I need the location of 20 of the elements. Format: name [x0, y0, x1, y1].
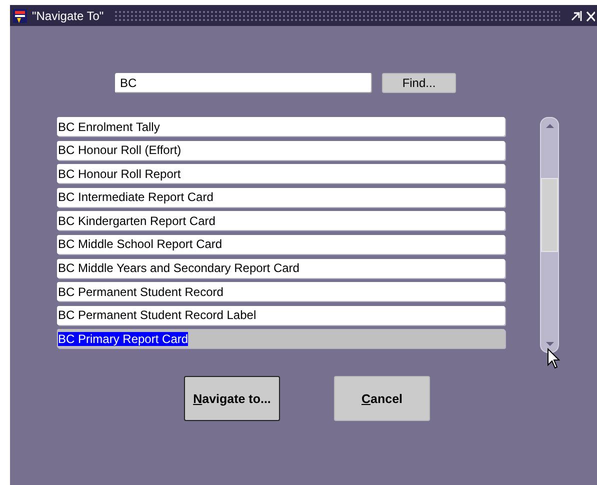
list-item[interactable]: BC Honour Roll (Effort): [57, 140, 505, 160]
close-icon[interactable]: [586, 10, 595, 22]
list-item[interactable]: BC Middle School Report Card: [57, 234, 505, 254]
list-item[interactable]: BC Middle Years and Secondary Report Card: [57, 258, 505, 278]
list-item[interactable]: BC Primary Report Card: [57, 329, 505, 348]
dialog-button[interactable]: Cancel: [334, 376, 430, 421]
list-item[interactable]: BC Honour Roll Report: [57, 164, 505, 184]
cursor-icon: [547, 348, 561, 370]
window-title: "Navigate To": [32, 8, 104, 22]
list-item[interactable]: BC Permanent Student Record Label: [57, 306, 505, 325]
app-icon: [12, 8, 28, 24]
list-item[interactable]: BC Intermediate Report Card: [57, 188, 505, 207]
maximize-icon[interactable]: [570, 10, 582, 22]
list-item[interactable]: BC Enrolment Tally: [57, 117, 505, 136]
search-field[interactable]: BC: [115, 73, 372, 93]
list-item[interactable]: BC Permanent Student Record: [57, 282, 505, 302]
find-button[interactable]: Find...: [382, 73, 456, 93]
list-item[interactable]: BC Kindergarten Report Card: [57, 211, 505, 230]
scroll-thumb[interactable]: [541, 178, 558, 252]
dialog-button[interactable]: Navigate to...: [184, 376, 280, 421]
